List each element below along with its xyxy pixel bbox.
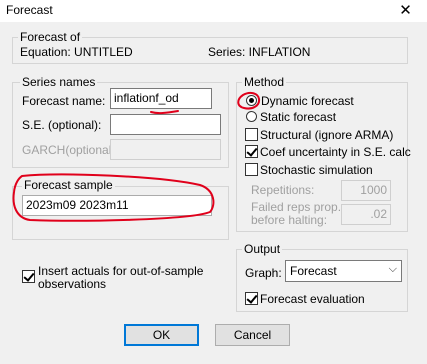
dynamic-forecast-radio[interactable]	[246, 95, 257, 106]
output-legend: Output	[242, 242, 283, 256]
stochastic-simulation-label: Stochastic simulation	[260, 163, 373, 177]
repetitions-input[interactable]: 1000	[341, 180, 391, 201]
graph-label: Graph:	[245, 266, 282, 280]
garch-input[interactable]	[110, 139, 221, 160]
series-label: Series: INFLATION	[208, 45, 311, 59]
stochastic-simulation-checkbox[interactable]	[245, 163, 258, 176]
coef-uncertainty-checkbox[interactable]	[245, 145, 258, 158]
static-forecast-radio[interactable]	[246, 111, 257, 122]
structural-checkbox[interactable]	[245, 128, 258, 141]
forecast-dialog: Forecast ✕ Forecast of Equation: UNTITLE…	[0, 0, 427, 364]
cancel-button[interactable]: Cancel	[215, 324, 290, 346]
forecast-of-legend: Forecast of	[18, 30, 83, 44]
failed-reps-label-line1: Failed reps prop.	[251, 200, 342, 214]
garch-label: GARCH(optional):	[22, 143, 119, 157]
graph-select[interactable]: Forecast ⌵	[285, 260, 402, 282]
structural-label: Structural (ignore ARMA)	[260, 128, 394, 142]
equation-label: Equation: UNTITLED	[20, 45, 133, 59]
method-legend: Method	[242, 75, 287, 89]
failed-reps-label-line2: before halting:	[251, 213, 328, 227]
failed-reps-input[interactable]: .02	[341, 204, 391, 225]
insert-actuals-label: Insert actuals for out-of-sample observa…	[38, 264, 204, 291]
forecast-name-input[interactable]: inflationf_od	[110, 88, 212, 109]
graph-select-value: Forecast	[290, 264, 337, 278]
forecast-evaluation-checkbox[interactable]	[245, 292, 258, 305]
coef-uncertainty-label: Coef uncertainty in S.E. calc	[260, 145, 411, 159]
se-label: S.E. (optional):	[22, 118, 102, 132]
title-bar: Forecast ✕	[0, 0, 427, 22]
forecast-sample-legend: Forecast sample	[22, 178, 115, 192]
forecast-evaluation-label: Forecast evaluation	[260, 292, 365, 306]
close-icon[interactable]: ✕	[384, 0, 427, 22]
dynamic-forecast-label: Dynamic forecast	[261, 94, 354, 108]
chevron-down-icon: ⌵	[388, 263, 397, 275]
ok-button[interactable]: OK	[124, 324, 199, 346]
insert-actuals-checkbox[interactable]	[22, 270, 35, 283]
series-names-legend: Series names	[20, 75, 98, 89]
window-title: Forecast	[6, 3, 53, 17]
repetitions-label: Repetitions:	[251, 183, 315, 197]
forecast-name-label: Forecast name:	[22, 94, 106, 108]
static-forecast-label: Static forecast	[260, 110, 337, 124]
se-input[interactable]	[110, 114, 221, 135]
forecast-sample-input[interactable]: 2023m09 2023m11	[22, 195, 212, 216]
